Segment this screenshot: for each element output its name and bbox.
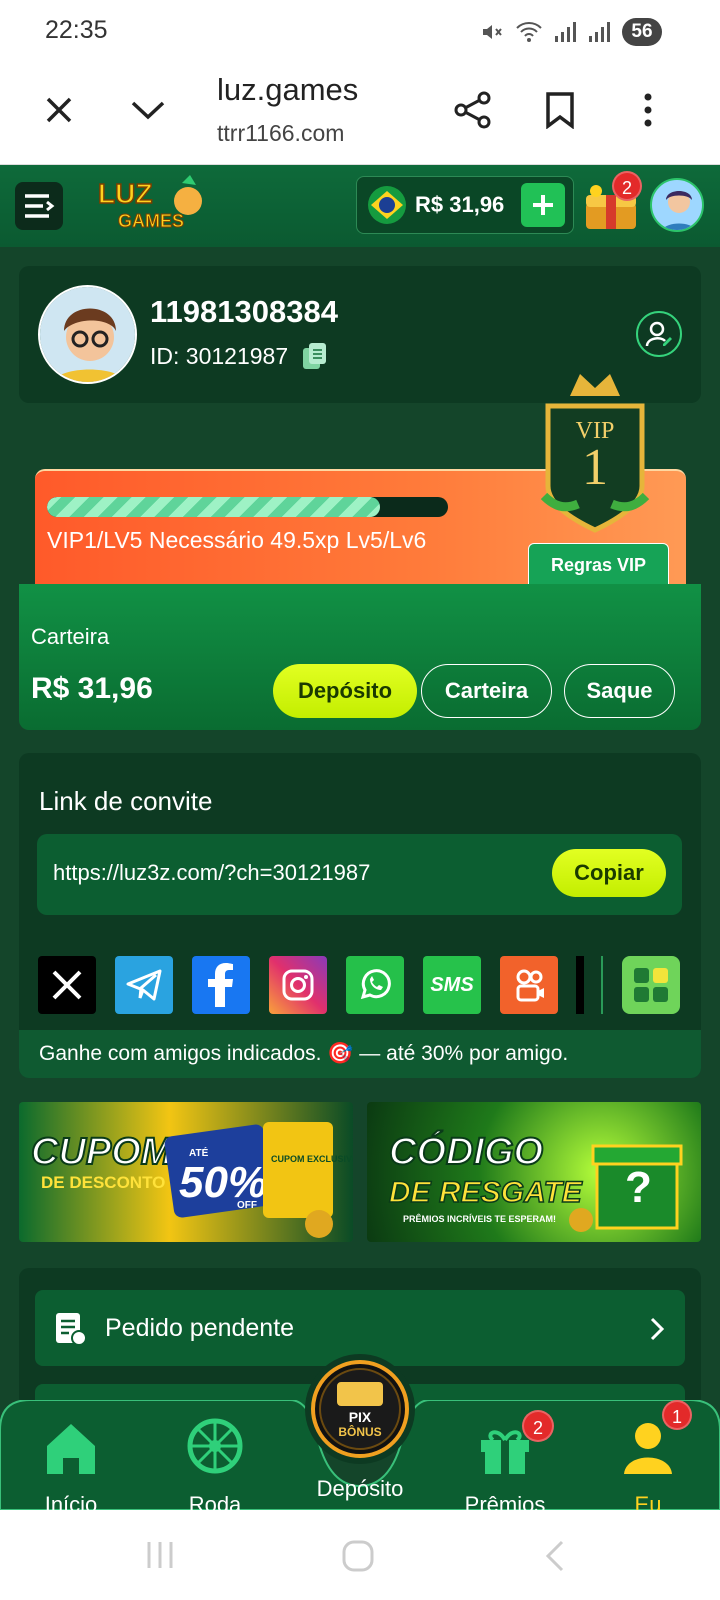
vip-badge-level: 1 bbox=[582, 439, 608, 496]
redeem-tagline: PRÊMIOS INCRÍVEIS TE ESPERAM! bbox=[403, 1213, 556, 1224]
sms-icon[interactable]: SMS bbox=[423, 956, 481, 1014]
chevron-right-icon bbox=[650, 1317, 665, 1341]
share-divider bbox=[601, 956, 603, 1014]
status-bar: 22:35 56 bbox=[0, 0, 720, 62]
nav-home[interactable]: Início bbox=[16, 1418, 126, 1518]
status-icons: 56 bbox=[480, 18, 662, 46]
bonus-label: BÔNUS bbox=[338, 1424, 381, 1439]
deposit-button[interactable]: Depósito bbox=[273, 664, 417, 718]
nav-deposit-label: Depósito bbox=[316, 1476, 404, 1501]
profile-id-row: ID: 30121987 bbox=[150, 342, 328, 370]
coupon-banner[interactable]: CUPOM DE DESCONTO ATÉ 50% OFF CUPOM EXCL… bbox=[19, 1102, 353, 1242]
vip-progress-fill bbox=[47, 497, 380, 517]
battery-indicator: 56 bbox=[622, 18, 662, 46]
share-row: SMS bbox=[38, 956, 680, 1014]
status-time: 22:35 bbox=[45, 16, 108, 44]
invite-title: Link de convite bbox=[39, 786, 213, 816]
user-avatar-small[interactable] bbox=[650, 178, 704, 232]
nav-me[interactable]: Eu bbox=[593, 1418, 703, 1518]
coupon-subtitle: DE DESCONTO bbox=[41, 1173, 165, 1192]
coupon-ticket: CUPOM EXCLUSIVO bbox=[271, 1154, 353, 1164]
page-title[interactable]: luz.games bbox=[217, 72, 358, 108]
x-twitter-icon[interactable] bbox=[38, 956, 96, 1014]
receipt-icon bbox=[56, 1313, 87, 1346]
copy-icon[interactable] bbox=[302, 342, 328, 370]
bookmark-icon[interactable] bbox=[536, 86, 584, 134]
redeem-subtitle: DE RESGATE bbox=[389, 1176, 583, 1209]
signal-icon bbox=[555, 22, 576, 42]
wallet-card: Carteira R$ 31,96 Depósito Carteira Saqu… bbox=[19, 584, 701, 730]
me-badge: 1 bbox=[662, 1400, 692, 1430]
invite-link-box: https://luz3z.com/?ch=30121987 Copiar bbox=[37, 834, 682, 915]
kuaishou-icon[interactable] bbox=[500, 956, 558, 1014]
profile-username: 11981308384 bbox=[150, 294, 338, 329]
gift-badge: 2 bbox=[612, 171, 642, 201]
menu-icon[interactable] bbox=[15, 182, 63, 230]
apps-grid-icon[interactable] bbox=[622, 956, 680, 1014]
whatsapp-icon[interactable] bbox=[346, 956, 404, 1014]
withdraw-button[interactable]: Saque bbox=[564, 664, 675, 718]
telegram-icon[interactable] bbox=[115, 956, 173, 1014]
vip-progress-bar bbox=[47, 497, 448, 517]
signal-icon-2 bbox=[589, 22, 610, 42]
redeem-code-banner[interactable]: CÓDIGO DE RESGATE PRÊMIOS INCRÍVEIS TE E… bbox=[367, 1102, 701, 1242]
page-url[interactable]: ttrr1166.com bbox=[217, 120, 344, 147]
share-icon[interactable] bbox=[449, 86, 497, 134]
browser-toolbar: luz.games ttrr1166.com bbox=[0, 62, 720, 165]
home-button-icon[interactable] bbox=[342, 1540, 374, 1572]
nav-deposit[interactable]: Depósito bbox=[305, 1476, 415, 1502]
wifi-icon bbox=[516, 22, 542, 42]
prizes-badge: 2 bbox=[522, 1410, 554, 1442]
chevron-down-icon[interactable] bbox=[124, 86, 172, 134]
coupon-title: CUPOM bbox=[31, 1131, 174, 1173]
wallet-amount: R$ 31,96 bbox=[31, 672, 153, 705]
wallet-label: Carteira bbox=[31, 624, 110, 649]
svg-text:?: ? bbox=[625, 1163, 652, 1212]
more-icon[interactable] bbox=[624, 86, 672, 134]
invite-url[interactable]: https://luz3z.com/?ch=30121987 bbox=[53, 860, 370, 886]
sms-label: SMS bbox=[430, 973, 474, 996]
edit-profile-icon[interactable] bbox=[636, 311, 682, 357]
logo-text-bottom: GAMES bbox=[118, 211, 184, 231]
pending-order-label: Pedido pendente bbox=[105, 1313, 295, 1342]
logo-text-top: LUZ bbox=[98, 178, 152, 209]
nav-wheel[interactable]: Roda bbox=[160, 1418, 270, 1518]
home-icon bbox=[47, 1424, 95, 1474]
wallet-button[interactable]: Carteira bbox=[421, 664, 552, 718]
redeem-title: CÓDIGO bbox=[389, 1129, 543, 1173]
invite-footer-text: Ganhe com amigos indicados. 🎯 — até 30% … bbox=[19, 1030, 701, 1078]
pix-label: PIX bbox=[349, 1409, 372, 1425]
facebook-icon[interactable] bbox=[192, 956, 250, 1014]
recent-apps-icon[interactable] bbox=[145, 1540, 175, 1570]
pending-order-row[interactable]: Pedido pendente bbox=[35, 1290, 685, 1366]
copy-link-button[interactable]: Copiar bbox=[552, 849, 666, 897]
header-balance[interactable]: R$ 31,96 bbox=[356, 176, 574, 234]
invite-card: Link de convite https://luz3z.com/?ch=30… bbox=[19, 753, 701, 1078]
profile-id: ID: 30121987 bbox=[150, 342, 289, 369]
instagram-icon[interactable] bbox=[269, 956, 327, 1014]
coupon-percent-suffix: OFF bbox=[237, 1200, 257, 1211]
pix-bonus-button[interactable]: PIX BÔNUS bbox=[311, 1360, 409, 1458]
logo[interactable]: LUZ GAMES bbox=[92, 173, 212, 233]
header-balance-amount: R$ 31,96 bbox=[415, 192, 505, 217]
brazil-flag-icon bbox=[368, 186, 406, 224]
mute-icon bbox=[483, 25, 502, 39]
vip-badge: VIP 1 bbox=[540, 366, 650, 536]
more-share-edge[interactable] bbox=[576, 956, 584, 1014]
back-icon[interactable] bbox=[545, 1540, 565, 1572]
profile-avatar[interactable] bbox=[38, 285, 137, 384]
system-navigation-bar bbox=[0, 1510, 720, 1600]
vip-progress-text: VIP1/LV5 Necessário 49.5xp Lv5/Lv6 bbox=[47, 527, 427, 553]
vip-rules-button[interactable]: Regras VIP bbox=[528, 543, 669, 587]
app-header: LUZ GAMES R$ 31,96 2 bbox=[0, 165, 720, 247]
add-funds-button[interactable] bbox=[521, 183, 565, 227]
wheel-icon bbox=[187, 1418, 243, 1474]
close-icon[interactable] bbox=[35, 86, 83, 134]
